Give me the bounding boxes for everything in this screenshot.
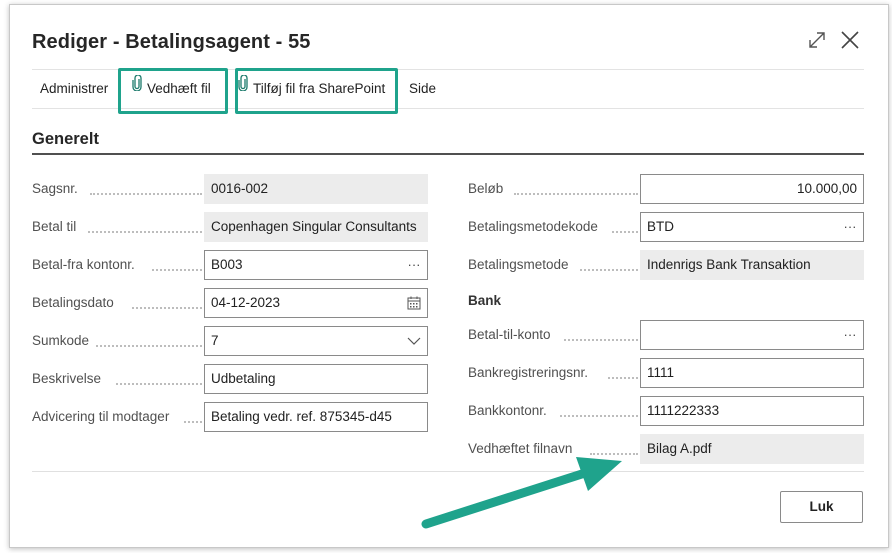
edit-dialog: Rediger - Betalingsagent - 55 Administre… (9, 4, 889, 548)
field-label: Betalingsmetodekode (468, 219, 598, 234)
betalingsmetodekode-input[interactable]: BTD ··· (640, 212, 864, 242)
field-label: Betal-fra kontonr. (32, 257, 135, 272)
field-value: Betaling vedr. ref. 875345-d45 (211, 409, 392, 424)
field-row-betalingsmetodekode: Betalingsmetodekode BTD ··· (468, 212, 864, 242)
advicering-input[interactable]: Betaling vedr. ref. 875345-d45 (204, 402, 428, 432)
beloeb-input[interactable]: 10.000,00 (640, 174, 864, 204)
field-value: 10.000,00 (796, 181, 857, 196)
leader-dots (590, 453, 638, 455)
tilfoej-sharepoint-button[interactable]: Tilføj fil fra SharePoint (238, 70, 385, 108)
ellipsis-icon[interactable]: ··· (837, 321, 863, 349)
leader-dots (152, 269, 202, 271)
field-row-bankkontonr: Bankkontonr. 1111222333 (468, 396, 864, 426)
section-divider (32, 153, 864, 155)
side-menu[interactable]: Side (409, 70, 436, 108)
paperclip-icon (132, 68, 142, 106)
betal-fra-kontonr-input[interactable]: B003 ··· (204, 250, 428, 280)
leader-dots (184, 421, 202, 423)
field-row-vedhaeftet-filnavn: Vedhæftet filnavn Bilag A.pdf (468, 434, 864, 464)
field-value: BTD (647, 219, 674, 234)
luk-button[interactable]: Luk (780, 491, 863, 523)
field-row-betal-til: Betal til Copenhagen Singular Consultant… (32, 212, 428, 242)
leader-dots (514, 193, 638, 195)
field-value: 7 (211, 333, 219, 348)
section-title-generelt: Generelt (32, 130, 99, 148)
field-value: B003 (211, 257, 243, 272)
action-bar: Administrer Vedhæft fil Tilføj fil fra S… (32, 69, 864, 109)
field-value: 0016-002 (211, 181, 269, 196)
field-label: Sagsnr. (32, 181, 78, 196)
bankregistreringsnr-input[interactable]: 1111 (640, 358, 864, 388)
field-row-bankregistreringsnr: Bankregistreringsnr. 1111 (468, 358, 864, 388)
field-row-sagsnr: Sagsnr. 0016-002 (32, 174, 428, 204)
beskrivelse-input[interactable]: Udbetaling (204, 364, 428, 394)
field-label: Sumkode (32, 333, 90, 348)
field-label: Betalingsdato (32, 295, 114, 310)
leader-dots (612, 231, 638, 233)
vedhaeft-fil-button[interactable]: Vedhæft fil (132, 70, 211, 108)
leader-dots (608, 377, 638, 379)
field-label: Betal til (32, 219, 77, 234)
leader-dots (88, 231, 202, 233)
leader-dots (132, 307, 202, 309)
leader-dots (96, 345, 202, 347)
field-label: Bankregistreringsnr. (468, 365, 589, 380)
leader-dots (580, 269, 638, 271)
paperclip-icon (238, 68, 248, 106)
field-row-sumkode: Sumkode 7 (32, 326, 428, 356)
vedhaeft-fil-label: Vedhæft fil (147, 81, 211, 96)
betal-til-konto-input[interactable]: ··· (640, 320, 864, 350)
field-row-betal-fra-kontonr: Betal-fra kontonr. B003 ··· (32, 250, 428, 280)
calendar-icon[interactable] (401, 289, 427, 317)
close-icon[interactable] (838, 27, 862, 53)
expand-icon[interactable] (806, 27, 830, 53)
betalingsmetode-field: Indenrigs Bank Transaktion (640, 250, 864, 280)
ellipsis-icon[interactable]: ··· (401, 251, 427, 279)
field-value: Indenrigs Bank Transaktion (647, 257, 811, 272)
field-label: Betal-til-konto (468, 327, 551, 342)
field-value: 1111222333 (647, 403, 720, 418)
ellipsis-icon[interactable]: ··· (837, 213, 863, 241)
field-row-beskrivelse: Beskrivelse Udbetaling (32, 364, 428, 394)
sagsnr-field: 0016-002 (204, 174, 428, 204)
vedhaeftet-filnavn-field: Bilag A.pdf (640, 434, 864, 464)
field-row-beloeb: Beløb 10.000,00 (468, 174, 864, 204)
field-label: Advicering til modtager (32, 409, 170, 424)
field-value: Copenhagen Singular Consultants (211, 219, 417, 234)
field-label: Beløb (468, 181, 504, 196)
leader-dots (564, 339, 638, 341)
field-label: Beskrivelse (32, 371, 102, 386)
tilfoej-sharepoint-label: Tilføj fil fra SharePoint (253, 81, 386, 96)
field-value: 1111 (647, 365, 675, 380)
betalingsdato-input[interactable]: 04-12-2023 (204, 288, 428, 318)
side-label: Side (409, 81, 437, 96)
field-label: Betalingsmetode (468, 257, 569, 272)
betal-til-field: Copenhagen Singular Consultants (204, 212, 428, 242)
dialog-title: Rediger - Betalingsagent - 55 (32, 31, 311, 53)
chevron-down-icon[interactable] (401, 327, 427, 355)
field-row-advicering: Advicering til modtager Betaling vedr. r… (32, 402, 428, 432)
sumkode-select[interactable]: 7 (204, 326, 428, 356)
administrer-label: Administrer (40, 81, 109, 96)
field-row-betal-til-konto: Betal-til-konto ··· (468, 320, 864, 350)
field-row-betalingsmetode: Betalingsmetode Indenrigs Bank Transakti… (468, 250, 864, 280)
field-value: 04-12-2023 (211, 295, 281, 310)
administrer-menu[interactable]: Administrer (40, 70, 108, 108)
bankkontonr-input[interactable]: 1111222333 (640, 396, 864, 426)
leader-dots (116, 383, 202, 385)
field-value: Bilag A.pdf (647, 441, 712, 456)
footer-divider (32, 471, 864, 472)
field-value: Udbetaling (211, 371, 276, 386)
field-row-betalingsdato: Betalingsdato 04-12-2023 (32, 288, 428, 318)
bank-heading: Bank (468, 293, 502, 308)
leader-dots (560, 415, 638, 417)
leader-dots (90, 193, 202, 195)
field-label: Bankkontonr. (468, 403, 547, 418)
field-label: Vedhæftet filnavn (468, 441, 573, 456)
